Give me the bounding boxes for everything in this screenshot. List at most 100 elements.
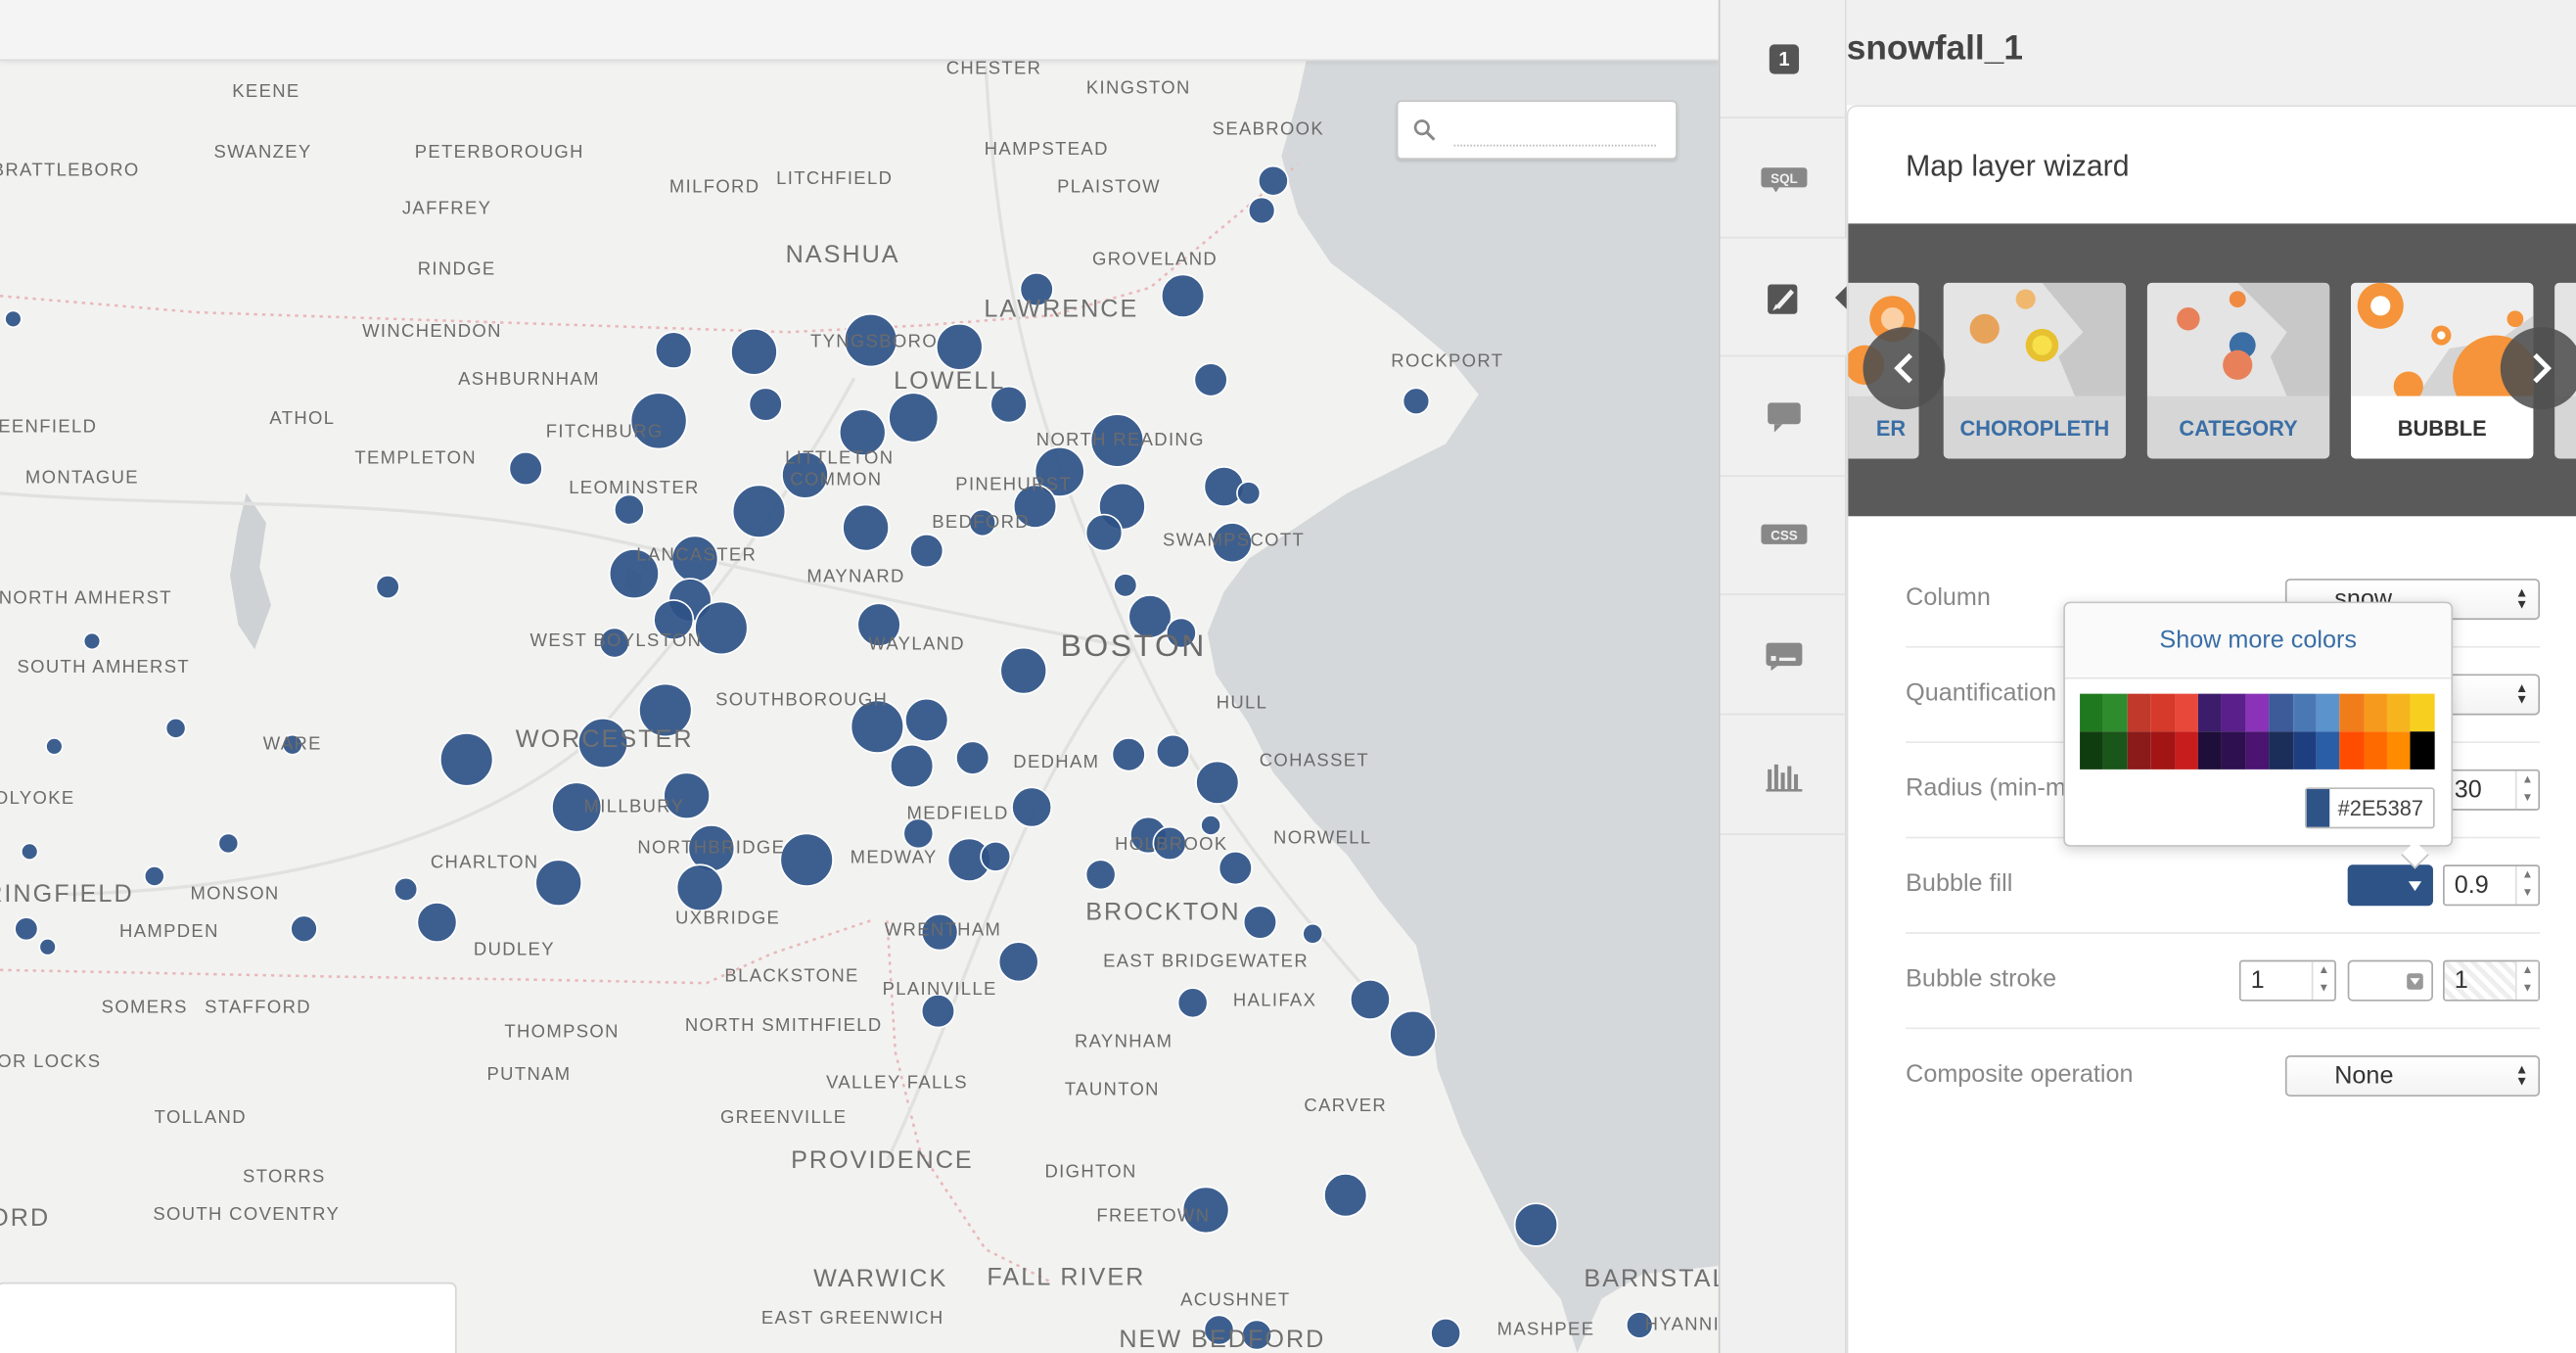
carousel-prev-button[interactable] bbox=[1863, 327, 1946, 410]
palette-swatch[interactable] bbox=[2339, 693, 2364, 732]
snowfall-bubble[interactable] bbox=[955, 740, 990, 775]
map-search-box[interactable] bbox=[1396, 100, 1678, 160]
snowfall-bubble[interactable] bbox=[1176, 987, 1209, 1019]
card-category[interactable]: CATEGORY bbox=[2146, 282, 2330, 459]
stepper-icon[interactable]: ▲ ▼ bbox=[2514, 961, 2539, 1000]
snowfall-bubble[interactable] bbox=[980, 840, 1012, 872]
stepper-icon[interactable]: ▲ ▼ bbox=[2311, 961, 2335, 1000]
snowfall-bubble[interactable] bbox=[217, 832, 240, 855]
snowfall-bubble[interactable] bbox=[730, 328, 778, 376]
snowfall-bubble[interactable] bbox=[1160, 273, 1206, 318]
radius-max-input[interactable]: 30 ▲ ▼ bbox=[2443, 769, 2541, 811]
snowfall-bubble[interactable] bbox=[1402, 387, 1431, 416]
palette-swatch[interactable] bbox=[2197, 693, 2223, 732]
palette-swatch[interactable] bbox=[2174, 731, 2198, 770]
snowfall-bubble[interactable] bbox=[508, 450, 543, 487]
rail-infowindow[interactable] bbox=[1720, 358, 1849, 477]
palette-swatch[interactable] bbox=[2080, 731, 2104, 770]
map-canvas[interactable]: Keene Chester Kingston Seabrook Brattleboro S… bbox=[0, 0, 1719, 1353]
snowfall-bubble[interactable] bbox=[1323, 1173, 1368, 1218]
snowfall-bubble[interactable] bbox=[1302, 922, 1324, 945]
snowfall-bubble[interactable] bbox=[534, 859, 583, 908]
search-input[interactable] bbox=[1453, 144, 1656, 147]
snowfall-bubble[interactable] bbox=[889, 743, 935, 789]
snowfall-bubble[interactable] bbox=[1200, 815, 1222, 836]
stepper-icon[interactable]: ▲ ▼ bbox=[2514, 770, 2539, 810]
snowfall-bubble[interactable] bbox=[731, 484, 787, 538]
layer-title[interactable]: snowfall_1 bbox=[1847, 29, 2023, 69]
snowfall-bubble[interactable] bbox=[909, 533, 944, 569]
snowfall-bubble[interactable] bbox=[779, 832, 834, 887]
palette-swatch[interactable] bbox=[2316, 693, 2340, 732]
snowfall-bubble[interactable] bbox=[1236, 481, 1262, 506]
bubble-stroke-color-button[interactable] bbox=[2347, 959, 2433, 1002]
palette-swatch[interactable] bbox=[2174, 693, 2198, 732]
snowfall-bubble[interactable] bbox=[654, 331, 693, 369]
snowfall-bubble[interactable] bbox=[1389, 1009, 1437, 1058]
bubble-fill-color-button[interactable] bbox=[2347, 864, 2433, 907]
palette-swatch[interactable] bbox=[2245, 693, 2270, 732]
palette-swatch[interactable] bbox=[2387, 693, 2412, 732]
snowfall-bubble[interactable] bbox=[416, 902, 458, 944]
palette-swatch[interactable] bbox=[2197, 731, 2223, 770]
hex-color-input[interactable]: #2E5387 bbox=[2305, 787, 2435, 829]
snowfall-bubble[interactable] bbox=[904, 697, 949, 743]
snowfall-bubble[interactable] bbox=[842, 503, 890, 552]
snowfall-bubble[interactable] bbox=[1084, 513, 1124, 552]
show-more-colors-link[interactable]: Show more colors bbox=[2064, 603, 2452, 679]
rail-css[interactable]: CSS bbox=[1720, 477, 1849, 595]
snowfall-bubble[interactable] bbox=[82, 631, 102, 651]
snowfall-bubble[interactable] bbox=[1011, 786, 1053, 828]
palette-swatch[interactable] bbox=[2316, 731, 2340, 770]
palette-swatch[interactable] bbox=[2411, 693, 2435, 732]
palette-swatch[interactable] bbox=[2292, 731, 2317, 770]
palette-swatch[interactable] bbox=[2080, 693, 2104, 732]
snowfall-bubble[interactable] bbox=[1195, 760, 1240, 805]
palette-swatch[interactable] bbox=[2222, 731, 2246, 770]
palette-swatch[interactable] bbox=[2363, 731, 2388, 770]
layer-number-tab[interactable]: 1 bbox=[1720, 0, 1849, 118]
snowfall-bubble[interactable] bbox=[1430, 1317, 1462, 1349]
snowfall-bubble[interactable] bbox=[1513, 1202, 1559, 1247]
snowfall-bubble[interactable] bbox=[1247, 196, 1276, 225]
bubble-stroke-width-input[interactable]: 1 ▲ ▼ bbox=[2238, 959, 2336, 1002]
bubble-stroke-opacity-input[interactable]: 1 ▲ ▼ bbox=[2443, 959, 2541, 1002]
snowfall-bubble[interactable] bbox=[393, 876, 419, 903]
snowfall-bubble[interactable] bbox=[1349, 978, 1391, 1020]
snowfall-bubble[interactable] bbox=[1113, 573, 1138, 598]
snowfall-bubble[interactable] bbox=[45, 737, 64, 756]
palette-swatch[interactable] bbox=[2150, 693, 2175, 732]
snowfall-bubble[interactable] bbox=[997, 941, 1039, 983]
card-choropleth[interactable]: CHOROPLETH bbox=[1943, 282, 2127, 459]
snowfall-bubble[interactable] bbox=[1218, 850, 1253, 886]
snowfall-bubble[interactable] bbox=[290, 914, 318, 944]
palette-swatch[interactable] bbox=[2103, 731, 2128, 770]
snowfall-bubble[interactable] bbox=[694, 600, 749, 656]
snowfall-bubble[interactable] bbox=[1111, 737, 1146, 772]
snowfall-bubble[interactable] bbox=[20, 842, 39, 862]
rail-wizard[interactable] bbox=[1720, 238, 1851, 357]
palette-swatch[interactable] bbox=[2150, 731, 2175, 770]
snowfall-bubble[interactable] bbox=[14, 916, 39, 942]
palette-swatch[interactable] bbox=[2292, 693, 2317, 732]
palette-swatch[interactable] bbox=[2387, 731, 2412, 770]
snowfall-bubble[interactable] bbox=[38, 937, 57, 956]
palette-swatch[interactable] bbox=[2127, 693, 2151, 732]
palette-swatch[interactable] bbox=[2127, 731, 2151, 770]
palette-swatch[interactable] bbox=[2103, 693, 2128, 732]
palette-swatch[interactable] bbox=[2269, 731, 2293, 770]
palette-swatch[interactable] bbox=[2411, 731, 2435, 770]
stepper-icon[interactable]: ▲ ▼ bbox=[2514, 865, 2539, 905]
bubble-fill-opacity-input[interactable]: 0.9 ▲ ▼ bbox=[2443, 864, 2541, 907]
carousel-next-button[interactable] bbox=[2500, 327, 2576, 410]
snowfall-bubble[interactable] bbox=[143, 865, 165, 887]
palette-swatch[interactable] bbox=[2339, 731, 2364, 770]
snowfall-bubble[interactable] bbox=[888, 392, 940, 443]
snowfall-bubble[interactable] bbox=[613, 493, 645, 526]
rail-widgets[interactable] bbox=[1720, 717, 1849, 836]
snowfall-bubble[interactable] bbox=[1193, 362, 1228, 397]
rail-legends[interactable] bbox=[1720, 597, 1849, 716]
rail-sql[interactable]: SQL bbox=[1720, 120, 1849, 239]
snowfall-bubble[interactable] bbox=[748, 387, 783, 422]
composite-select[interactable]: None ▲ ▼ bbox=[2284, 1055, 2541, 1097]
